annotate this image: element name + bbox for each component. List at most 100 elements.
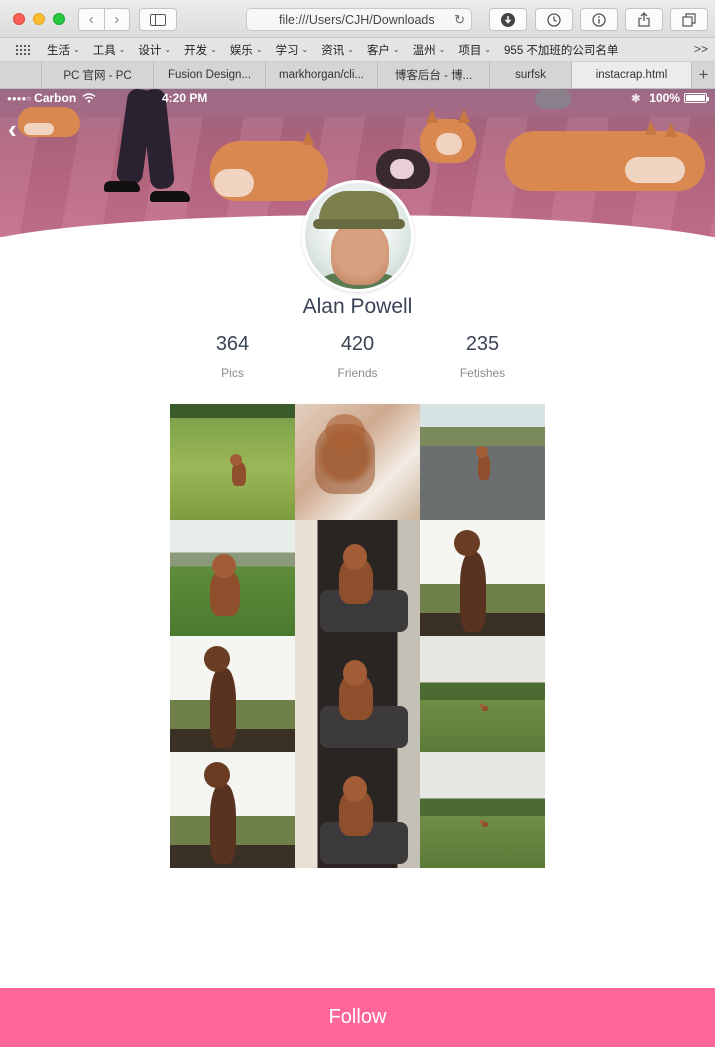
history-nav: ‹ › xyxy=(78,8,130,31)
new-tab-icon[interactable]: + xyxy=(692,62,715,88)
info-button[interactable] xyxy=(580,8,618,31)
dog-head-shape xyxy=(480,704,484,708)
photo-tile[interactable] xyxy=(295,752,420,868)
carrier-name: Carbon xyxy=(34,91,77,105)
photo-tile[interactable] xyxy=(295,404,420,520)
chevron-down-icon: ⌄ xyxy=(438,45,446,54)
download-icon xyxy=(501,12,515,27)
chevron-down-icon: ⌄ xyxy=(118,45,126,54)
tabs-overview-button[interactable] xyxy=(670,8,708,31)
info-icon xyxy=(592,12,606,27)
browser-tab[interactable]: 博客后台 - 博... xyxy=(378,62,490,88)
forward-nav-icon[interactable]: › xyxy=(103,9,130,30)
browser-tab[interactable]: PC 官网 - PC xyxy=(42,62,154,88)
dog-shape xyxy=(460,552,486,632)
address-bar[interactable]: file:///Users/CJH/Downloads ↻ xyxy=(246,8,472,31)
chevron-down-icon: ⌄ xyxy=(484,45,492,54)
stat-label: Fetishes xyxy=(459,366,506,380)
photo-tile[interactable] xyxy=(170,520,295,636)
photo-tile[interactable] xyxy=(420,636,545,752)
photo-tile[interactable] xyxy=(420,520,545,636)
clock-icon xyxy=(547,12,561,27)
battery-percent: 100% xyxy=(649,91,680,105)
tab-bar: PC 官网 - PC Fusion Design... markhorgan/c… xyxy=(0,62,715,89)
stat-value: 420 xyxy=(340,333,375,355)
dog-shape xyxy=(210,784,236,864)
battery-icon xyxy=(684,93,709,103)
stat-pics[interactable]: 364 Pics xyxy=(170,333,295,380)
bookmark-folder[interactable]: 学习 ⌄ xyxy=(276,42,309,58)
photo-tile[interactable] xyxy=(295,520,420,636)
dog-head-shape xyxy=(204,762,230,788)
chevron-down-icon: ⌄ xyxy=(164,45,172,54)
bookmark-folder[interactable]: 开发 ⌄ xyxy=(184,42,217,58)
chevron-down-icon: ⌄ xyxy=(301,45,309,54)
sidebar-icon xyxy=(150,13,166,26)
stat-fetishes[interactable]: 235 Fetishes xyxy=(420,333,545,380)
chevron-down-icon: ⌄ xyxy=(255,45,263,54)
bookmark-folder[interactable]: 项目 ⌄ xyxy=(458,42,491,58)
chevron-down-icon: ⌄ xyxy=(73,45,80,54)
downloads-button[interactable] xyxy=(489,8,527,31)
bookmark-folder[interactable]: 温州 ⌄ xyxy=(413,42,446,58)
dog-head-shape xyxy=(454,530,480,556)
address-text: file:///Users/CJH/Downloads xyxy=(279,12,435,27)
signal-icon: ●●●●○ xyxy=(7,93,32,103)
share-icon xyxy=(638,12,650,27)
ios-status-bar: ●●●●○ Carbon 4:20 PM ✱ 100% xyxy=(0,89,715,107)
sidebar-toggle-button[interactable] xyxy=(139,8,177,31)
history-button[interactable] xyxy=(535,8,573,31)
dog-head-shape xyxy=(343,776,367,802)
wifi-icon xyxy=(82,93,96,103)
dog-head-shape xyxy=(204,646,230,672)
chevron-down-icon: ⌄ xyxy=(392,45,400,54)
chevron-down-icon: ⌄ xyxy=(210,45,217,54)
bookmarks-overflow[interactable]: >> xyxy=(694,42,708,56)
photo-tile[interactable] xyxy=(170,636,295,752)
bookmark-folder[interactable]: 娱乐 ⌄ xyxy=(230,42,263,58)
page-viewport: ●●●●○ Carbon 4:20 PM ✱ 100% ‹ Alan Powel… xyxy=(0,89,715,1047)
back-nav-icon[interactable]: ‹ xyxy=(79,9,104,30)
tabs-icon xyxy=(682,12,696,27)
dog-shape xyxy=(478,454,490,480)
dog-head-shape xyxy=(212,554,236,578)
zoom-window-button[interactable] xyxy=(53,13,65,25)
minimize-window-button[interactable] xyxy=(33,13,45,25)
bookmark-link[interactable]: 955 不加班的公司名单 xyxy=(504,42,618,58)
close-window-button[interactable] xyxy=(13,13,25,25)
dog-head-shape xyxy=(476,446,488,458)
dog-head-shape xyxy=(480,820,484,824)
share-button[interactable] xyxy=(625,8,663,31)
photo-tile[interactable] xyxy=(170,404,295,520)
dog-head-shape xyxy=(343,660,367,686)
photo-tile[interactable] xyxy=(420,404,545,520)
bookmark-folder[interactable]: 设计 ⌄ xyxy=(138,42,171,58)
follow-button[interactable]: Follow xyxy=(0,988,715,1047)
bookmark-folder[interactable]: 资讯 ⌄ xyxy=(321,42,354,58)
avatar xyxy=(302,180,414,292)
profile-name: Alan Powell xyxy=(302,295,413,318)
photo-tile[interactable] xyxy=(295,636,420,752)
browser-tab[interactable]: Fusion Design... xyxy=(154,62,266,88)
dog-head-shape xyxy=(230,454,242,466)
browser-tab[interactable]: markhorgan/cli... xyxy=(266,62,378,88)
dog-shape xyxy=(210,668,236,748)
bookmark-folder[interactable]: 生活 ⌄ xyxy=(47,42,80,58)
bookmark-folder[interactable]: 工具 ⌄ xyxy=(93,42,126,58)
browser-tab-active[interactable]: instacrap.html xyxy=(572,62,692,88)
bookmark-folder[interactable]: 客户 ⌄ xyxy=(367,42,400,58)
status-time: 4:20 PM xyxy=(162,91,208,105)
stat-value: 235 xyxy=(465,333,500,355)
photo-tile[interactable] xyxy=(420,752,545,868)
stat-value: 364 xyxy=(215,333,250,355)
reload-icon[interactable]: ↻ xyxy=(454,12,465,28)
dog-head-shape xyxy=(325,414,365,450)
back-chevron-icon[interactable]: ‹ xyxy=(8,115,28,143)
profile-stats: 364 Pics 420 Friends 235 Fetishes xyxy=(170,333,545,383)
stat-label: Pics xyxy=(221,366,244,380)
photo-tile[interactable] xyxy=(170,752,295,868)
stat-label: Friends xyxy=(337,366,378,380)
browser-tab[interactable]: surfsk xyxy=(490,62,572,88)
grid-icon[interactable] xyxy=(15,43,31,56)
stat-friends[interactable]: 420 Friends xyxy=(295,333,420,380)
